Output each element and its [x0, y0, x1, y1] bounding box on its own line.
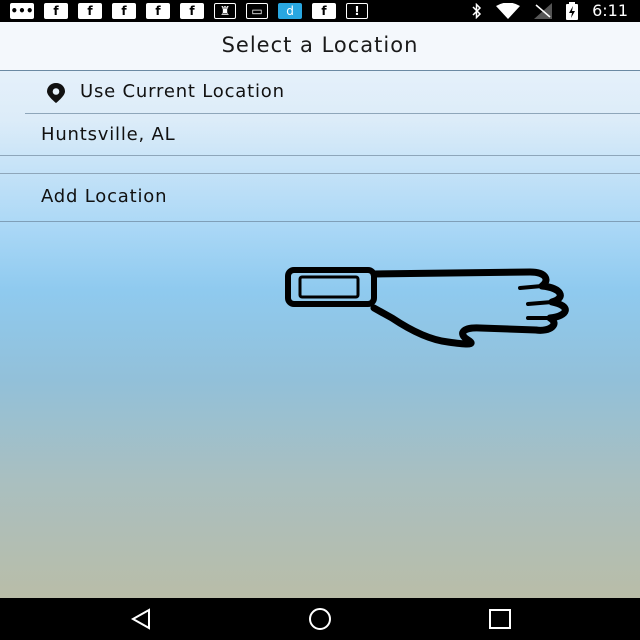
page-title: Select a Location [0, 22, 640, 71]
add-location-label: Add Location [41, 186, 168, 207]
mail-icon: ▭ [246, 3, 268, 19]
clock: 6:11 [592, 1, 628, 20]
status-bar: ••• f f f f f ♜ ▭ d f ! 6:11 [0, 0, 640, 22]
recent-apps-icon[interactable] [485, 607, 515, 631]
navigation-bar [0, 598, 640, 640]
facebook-icon: f [146, 3, 170, 19]
bluetooth-icon [472, 3, 482, 19]
wifi-icon [496, 3, 521, 19]
location-name: Huntsville, AL [41, 124, 176, 145]
facebook-icon: f [44, 3, 68, 19]
system-status: 6:11 [472, 0, 628, 22]
battery-charging-icon [566, 2, 579, 20]
facebook-icon: f [78, 3, 102, 19]
facebook-icon: f [180, 3, 204, 19]
location-item-huntsville[interactable]: Huntsville, AL [0, 114, 640, 156]
home-icon[interactable] [305, 607, 335, 631]
back-icon[interactable] [127, 607, 157, 631]
alert-icon: ! [346, 3, 368, 19]
d-app-icon: d [278, 3, 302, 19]
message-icon: ••• [10, 3, 34, 19]
signal-icon [534, 3, 553, 19]
divider [0, 155, 640, 156]
use-current-location-label: Use Current Location [80, 81, 285, 102]
thumbs-down-icon [285, 267, 569, 348]
keyhole-icon: ♜ [214, 3, 236, 19]
location-pin-icon [47, 83, 65, 103]
use-current-location-button[interactable]: Use Current Location [0, 71, 640, 113]
screen: ••• f f f f f ♜ ▭ d f ! 6:11 Select a Lo… [0, 0, 640, 640]
notification-icons: ••• f f f f f ♜ ▭ d f ! [10, 3, 368, 19]
add-location-button[interactable]: Add Location [0, 174, 640, 221]
facebook-icon: f [312, 3, 336, 19]
facebook-icon: f [112, 3, 136, 19]
divider [0, 221, 640, 222]
